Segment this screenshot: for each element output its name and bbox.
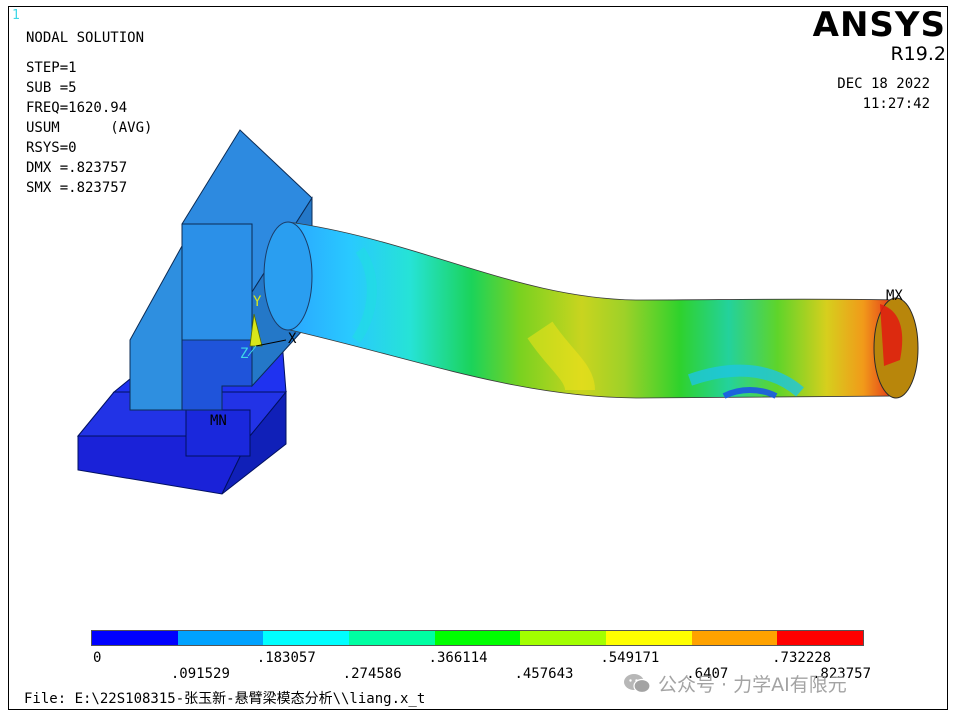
cantilever-beam (263, 221, 919, 399)
fea-model-viewport[interactable]: Y X Z MX MN (0, 0, 958, 722)
wechat-icon (624, 673, 651, 693)
legend-swatch-7 (691, 631, 778, 645)
legend-swatch-6 (606, 631, 692, 645)
watermark: 公众号 · 力学AI有限元 (622, 670, 847, 697)
legend-swatch-4 (434, 631, 521, 645)
legend-swatch-0 (92, 631, 178, 645)
mx-marker-label: MX (886, 288, 903, 304)
watermark-text: 公众号 · 力学AI有限元 (658, 674, 847, 696)
axis-y-label: Y (253, 294, 262, 310)
legend-swatch-3 (349, 631, 435, 645)
legend-swatch-2 (263, 631, 350, 645)
mn-marker-label: MN (210, 413, 227, 429)
legend-swatch-8 (777, 631, 864, 645)
file-path-line: File: E:\22S108315-张玉新-悬臂梁模态分析\\liang.x_… (24, 691, 426, 707)
contour-legend-bar (91, 630, 864, 646)
axis-z-label: Z (240, 346, 248, 362)
legend-swatch-1 (177, 631, 264, 645)
legend-swatch-5 (520, 631, 607, 645)
axis-x-label: X (288, 331, 297, 347)
